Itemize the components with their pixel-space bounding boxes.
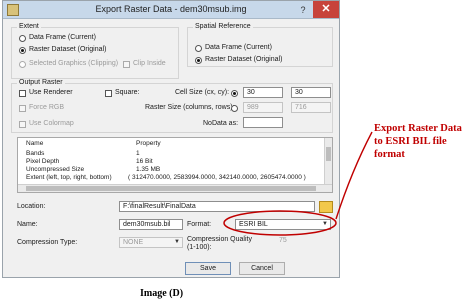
raster-size-label: Raster Size (columns, rows): — [145, 104, 235, 111]
cell-size-y-input[interactable]: 30 — [291, 87, 331, 98]
cell-size-label: Cell Size (cx, cy): — [175, 89, 230, 96]
property-value: ( 312470.0000, 2583994.0000, 342140.0000… — [128, 174, 306, 181]
extent-selected-graphics-radio[interactable] — [19, 61, 26, 68]
extent-raster-dataset-radio[interactable] — [19, 47, 26, 54]
properties-header-property: Property — [136, 140, 161, 147]
help-button[interactable]: ? — [295, 3, 311, 17]
square-label[interactable]: Square: — [115, 89, 140, 96]
properties-list[interactable]: Name Property Bands 1 Pixel Depth 16 Bit… — [17, 137, 333, 193]
raster-size-radio[interactable] — [231, 105, 238, 112]
figure-caption: Image (D) — [140, 288, 184, 299]
extent-raster-dataset-label[interactable]: Raster Dataset (Original) — [29, 46, 106, 53]
folder-browse-icon[interactable] — [319, 201, 333, 213]
format-value: ESRI BIL — [239, 221, 268, 228]
annotation-line: format — [374, 149, 405, 160]
force-rgb-label[interactable]: Force RGB — [29, 104, 64, 111]
extent-data-frame-radio[interactable] — [19, 35, 26, 42]
properties-header-name: Name — [26, 140, 44, 147]
name-input[interactable]: dem30msub.bil — [119, 219, 183, 230]
property-name: Uncompressed Size — [26, 166, 85, 173]
extent-selected-graphics-label[interactable]: Selected Graphics (Clipping) — [29, 60, 118, 67]
output-raster-label: Output Raster — [17, 79, 65, 86]
cell-size-x-input[interactable]: 30 — [243, 87, 283, 98]
clip-inside-checkbox[interactable] — [123, 61, 130, 68]
property-name: Bands — [26, 150, 45, 157]
nodata-input[interactable] — [243, 117, 283, 128]
location-input[interactable]: F:\finalResult\FinalData — [119, 201, 315, 212]
properties-vertical-scrollbar[interactable] — [324, 138, 332, 184]
spatial-ref-raster-dataset-label[interactable]: Raster Dataset (Original) — [205, 56, 282, 63]
annotation-text: Export Raster Data to ESRI BIL file form… — [374, 122, 474, 161]
close-button[interactable]: ✕ — [313, 1, 339, 18]
name-label: Name: — [17, 221, 38, 228]
export-raster-dialog: Export Raster Data - dem30msub.img ? ✕ E… — [2, 0, 340, 278]
compression-quality-range-label: (1-100): — [187, 244, 212, 251]
spatial-ref-data-frame-label[interactable]: Data Frame (Current) — [205, 44, 272, 51]
chevron-down-icon: ▼ — [322, 221, 328, 227]
compression-type-label: Compression Type: — [17, 239, 78, 246]
format-label: Format: — [187, 221, 212, 228]
compression-type-select[interactable]: NONE ▼ — [119, 237, 183, 248]
clip-inside-label[interactable]: Clip Inside — [133, 60, 166, 67]
force-rgb-checkbox[interactable] — [19, 105, 26, 112]
title-bar: Export Raster Data - dem30msub.img ? ✕ — [3, 1, 339, 19]
use-colormap-checkbox[interactable] — [19, 121, 26, 128]
properties-horizontal-scrollbar[interactable] — [18, 184, 332, 192]
square-checkbox[interactable] — [105, 90, 112, 97]
cancel-button[interactable]: Cancel — [239, 262, 285, 275]
raster-rows-input[interactable]: 716 — [291, 102, 331, 113]
scroll-thumb[interactable] — [26, 186, 316, 191]
annotation-line: to ESRI BIL file — [374, 136, 447, 147]
chevron-down-icon: ▼ — [174, 239, 180, 245]
property-value: 16 Bit — [136, 158, 153, 165]
annotation-arrow — [335, 131, 373, 220]
property-name: Pixel Depth — [26, 158, 60, 165]
cell-size-radio[interactable] — [231, 90, 238, 97]
property-name: Extent (left, top, right, bottom) — [26, 174, 112, 181]
spatial-reference-label: Spatial Reference — [193, 23, 253, 30]
property-value: 1 — [136, 150, 140, 157]
use-renderer-label[interactable]: Use Renderer — [29, 89, 73, 96]
format-select[interactable]: ESRI BIL ▼ — [235, 219, 331, 230]
annotation-line: Export Raster Data — [374, 123, 462, 134]
extent-data-frame-label[interactable]: Data Frame (Current) — [29, 34, 96, 41]
property-value: 1.35 MB — [136, 166, 161, 173]
compression-quality-label: Compression Quality — [187, 236, 252, 243]
compression-type-value: NONE — [123, 239, 144, 246]
window-title: Export Raster Data - dem30msub.img — [95, 4, 247, 14]
raster-columns-input[interactable]: 989 — [243, 102, 283, 113]
extent-label: Extent — [17, 23, 41, 30]
compression-quality-value[interactable]: 75 — [279, 237, 287, 244]
use-colormap-label[interactable]: Use Colormap — [29, 120, 74, 127]
use-renderer-checkbox[interactable] — [19, 90, 26, 97]
scroll-thumb[interactable] — [326, 147, 331, 161]
spatial-ref-data-frame-radio[interactable] — [195, 45, 202, 52]
spatial-ref-raster-dataset-radio[interactable] — [195, 57, 202, 64]
location-label: Location: — [17, 203, 46, 210]
nodata-label: NoData as: — [203, 120, 239, 127]
save-button[interactable]: Save — [185, 262, 231, 275]
